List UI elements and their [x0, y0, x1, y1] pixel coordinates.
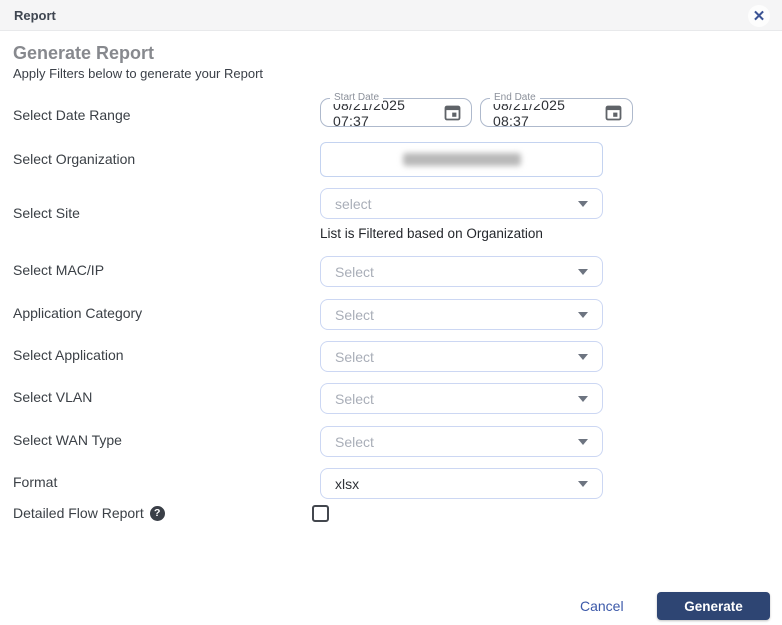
generate-button[interactable]: Generate: [657, 592, 770, 620]
calendar-icon[interactable]: [444, 104, 461, 121]
date-range-label: Select Date Range: [13, 107, 131, 123]
mac-ip-label: Select MAC/IP: [13, 262, 104, 278]
end-date-field[interactable]: End Date 08/21/2025 08:37: [480, 98, 633, 127]
site-helper-text: List is Filtered based on Organization: [320, 226, 543, 241]
chevron-down-icon: [578, 354, 588, 360]
mac-ip-select[interactable]: Select: [320, 256, 603, 287]
calendar-icon[interactable]: [605, 104, 622, 121]
wan-type-label: Select WAN Type: [13, 432, 122, 448]
organization-label: Select Organization: [13, 151, 135, 167]
chevron-down-icon: [578, 439, 588, 445]
application-select[interactable]: Select: [320, 341, 603, 372]
organization-input[interactable]: [320, 142, 603, 177]
app-category-select-placeholder: Select: [335, 307, 578, 323]
format-select[interactable]: xlsx: [320, 468, 603, 499]
vlan-select[interactable]: Select: [320, 383, 603, 414]
generate-report-dialog: Report ✕ Generate Report Apply Filters b…: [0, 0, 782, 625]
chevron-down-icon: [578, 396, 588, 402]
chevron-down-icon: [578, 312, 588, 318]
site-label: Select Site: [13, 205, 80, 221]
format-label: Format: [13, 474, 57, 490]
site-select[interactable]: select: [320, 188, 603, 219]
chevron-down-icon: [578, 269, 588, 275]
chevron-down-icon: [578, 201, 588, 207]
vlan-label: Select VLAN: [13, 389, 92, 405]
mac-ip-select-placeholder: Select: [335, 264, 578, 280]
wan-type-select[interactable]: Select: [320, 426, 603, 457]
detailed-flow-checkbox[interactable]: [312, 505, 329, 522]
start-date-field[interactable]: Start Date 08/21/2025 07:37: [320, 98, 472, 127]
site-select-placeholder: select: [335, 196, 578, 212]
start-date-floating-label: Start Date: [330, 92, 383, 104]
format-select-value: xlsx: [335, 476, 578, 492]
application-select-placeholder: Select: [335, 349, 578, 365]
page-title: Generate Report: [13, 43, 154, 64]
chevron-down-icon: [578, 481, 588, 487]
dialog-header: Report ✕: [0, 0, 782, 31]
dialog-title: Report: [14, 8, 56, 23]
organization-redacted-value: [403, 153, 521, 166]
end-date-floating-label: End Date: [490, 92, 540, 104]
close-icon[interactable]: ✕: [748, 5, 770, 27]
page-subtitle: Apply Filters below to generate your Rep…: [13, 66, 263, 81]
app-category-select[interactable]: Select: [320, 299, 603, 330]
wan-type-select-placeholder: Select: [335, 434, 578, 450]
cancel-button[interactable]: Cancel: [580, 598, 624, 614]
app-category-label: Application Category: [13, 305, 142, 321]
vlan-select-placeholder: Select: [335, 391, 578, 407]
help-icon[interactable]: ?: [150, 506, 165, 521]
detailed-flow-label-text: Detailed Flow Report: [13, 505, 144, 521]
application-label: Select Application: [13, 347, 124, 363]
detailed-flow-label: Detailed Flow Report ?: [13, 505, 165, 521]
